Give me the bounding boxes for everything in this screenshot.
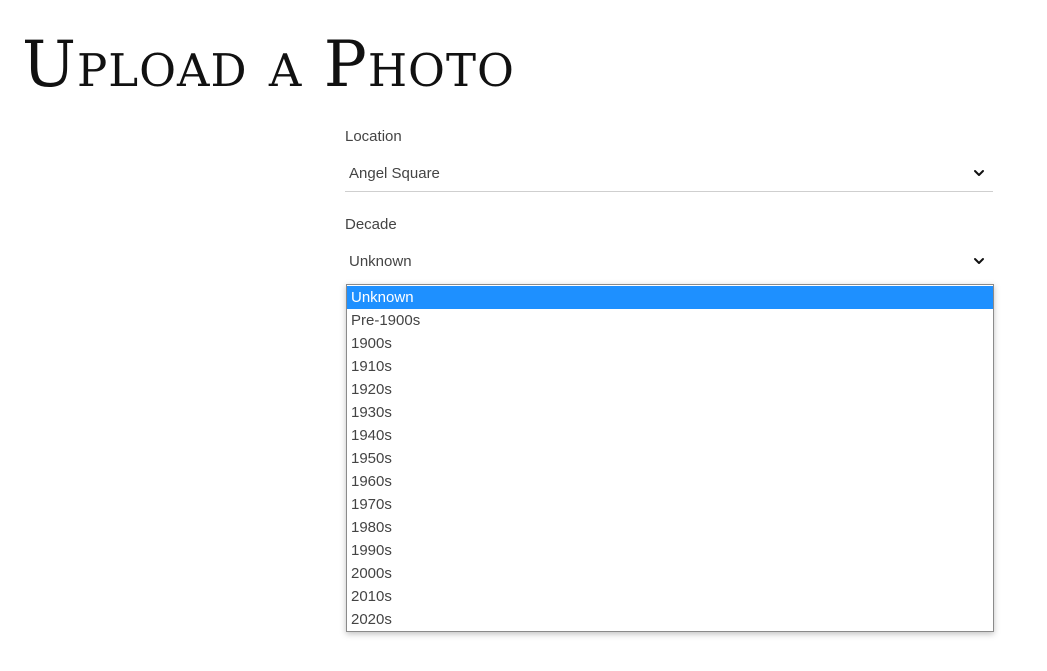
chevron-down-icon [974, 258, 984, 264]
dropdown-option[interactable]: 2010s [347, 585, 993, 608]
dropdown-option[interactable]: 2000s [347, 562, 993, 585]
page-title: Upload a Photo [22, 28, 515, 102]
chevron-down-icon [974, 170, 984, 176]
location-select-value: Angel Square [349, 165, 440, 182]
decade-select-value: Unknown [349, 253, 412, 270]
dropdown-option[interactable]: 1920s [347, 378, 993, 401]
dropdown-option[interactable]: Unknown [347, 286, 993, 309]
decade-label: Decade [345, 216, 397, 233]
dropdown-option[interactable]: Pre-1900s [347, 309, 993, 332]
dropdown-option[interactable]: 1980s [347, 516, 993, 539]
dropdown-option[interactable]: 1930s [347, 401, 993, 424]
dropdown-option[interactable]: 1960s [347, 470, 993, 493]
decade-select[interactable]: Unknown [345, 244, 993, 280]
dropdown-option[interactable]: 1940s [347, 424, 993, 447]
dropdown-option[interactable]: 1950s [347, 447, 993, 470]
dropdown-option[interactable]: 1990s [347, 539, 993, 562]
location-select[interactable]: Angel Square [345, 156, 993, 192]
location-label: Location [345, 128, 402, 145]
dropdown-option[interactable]: 2020s [347, 608, 993, 631]
dropdown-option[interactable]: 1970s [347, 493, 993, 516]
dropdown-option[interactable]: 1900s [347, 332, 993, 355]
decade-dropdown-list[interactable]: Unknown Pre-1900s 1900s 1910s 1920s 1930s 1940… [346, 284, 994, 632]
dropdown-option[interactable]: 1910s [347, 355, 993, 378]
